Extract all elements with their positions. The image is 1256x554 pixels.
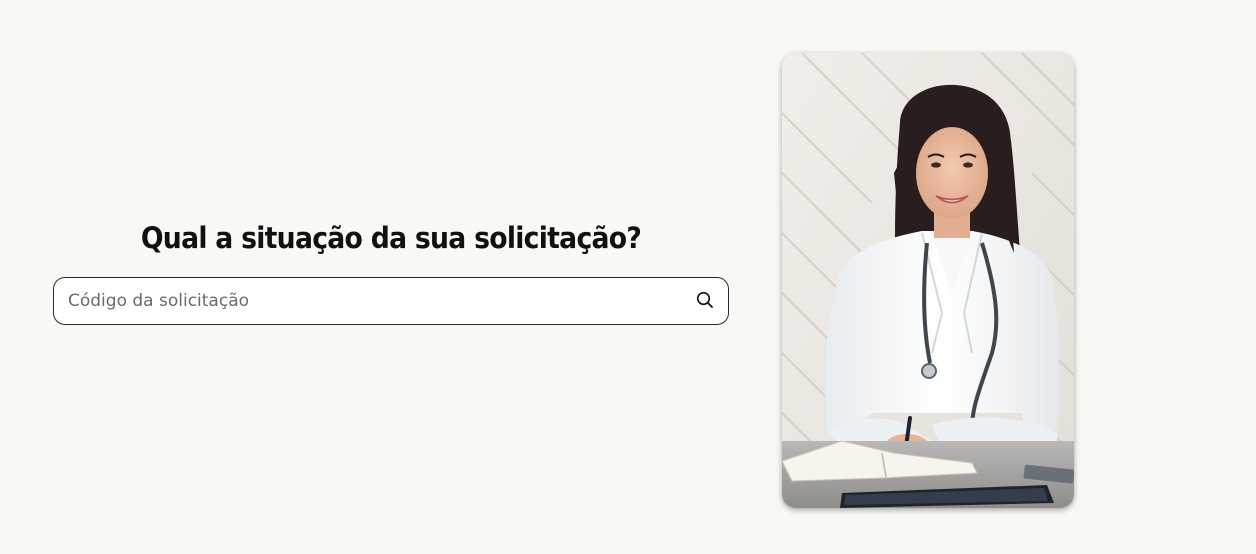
search-input[interactable] [54, 278, 688, 324]
search-box [53, 277, 729, 325]
page-title: Qual a situação da sua solicitação? [140, 221, 642, 255]
search-icon [696, 291, 714, 312]
doctor-photo [782, 53, 1074, 508]
search-button[interactable] [688, 284, 722, 318]
